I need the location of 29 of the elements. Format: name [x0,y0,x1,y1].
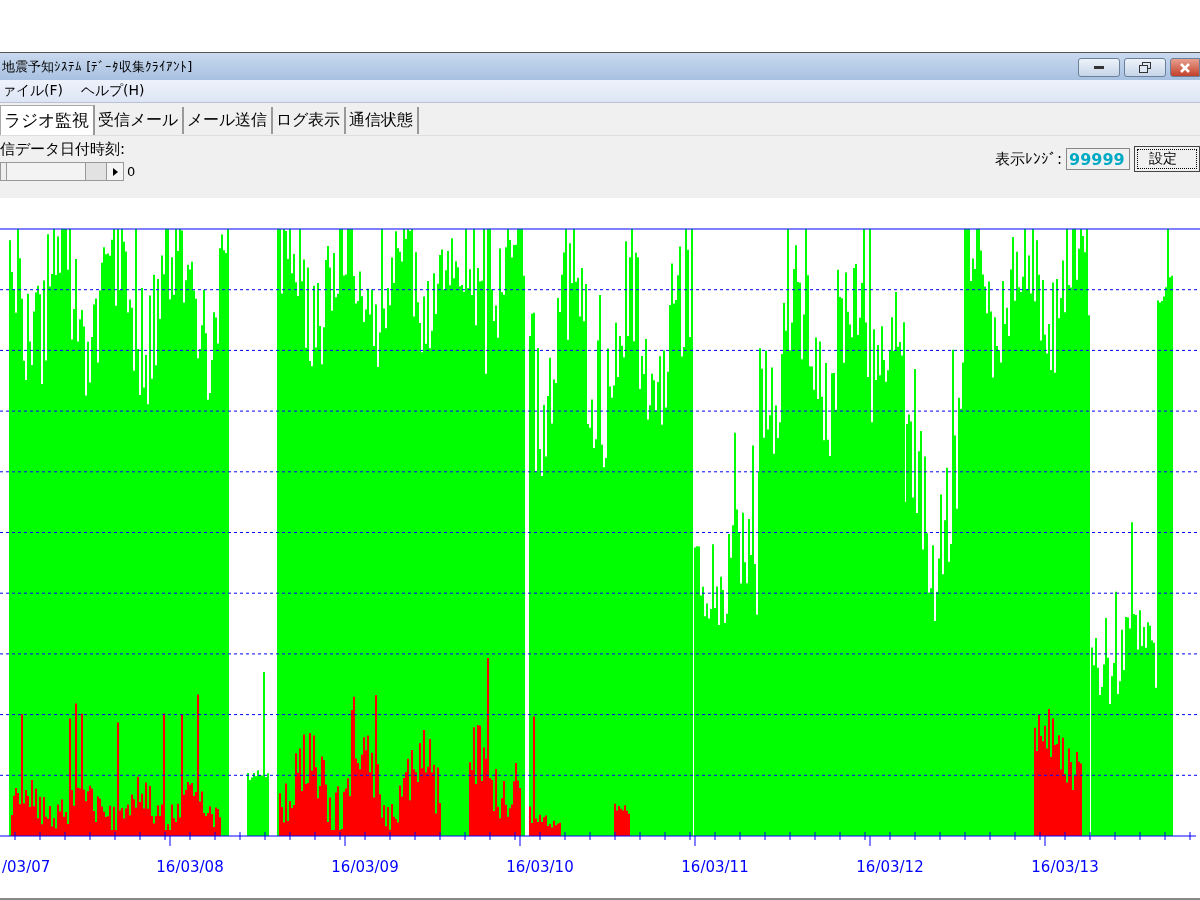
axis-label: 16/03/08 [156,858,224,876]
restore-icon [1139,62,1151,73]
axis-label: 16/03/09 [331,858,399,876]
scroll-right-button[interactable] [106,163,123,180]
tab[interactable]: 通信状態 [346,107,419,134]
menu-item[interactable]: ァイル(F) [0,82,65,100]
scroll-value: 0 [127,164,136,179]
minimize-button[interactable] [1078,58,1120,77]
tab[interactable]: メール送信 [184,107,273,134]
window-title: 地震予知ｼｽﾃﾑ [ﾃﾞｰﾀ収集ｸﾗｲｱﾝﾄ] [1,57,193,76]
menu-item[interactable]: ヘルプ(H) [79,82,147,100]
axis-label: 16/03/13 [1031,858,1099,876]
minimize-icon [1094,65,1104,70]
scroll-thumb[interactable] [85,163,106,180]
date-label: 信データ日付時刻: [0,140,127,159]
right-arrow-icon [112,167,118,176]
restore-button[interactable] [1124,58,1166,77]
scrollbar[interactable] [0,162,124,181]
tab[interactable]: 受信メール [95,107,184,134]
close-button[interactable] [1170,58,1200,77]
axis-label: /03/07 [2,858,51,876]
range-label: 表示ﾚﾝｼﾞ: [994,149,1062,169]
set-button[interactable]: 設定 [1134,146,1200,172]
axis-label: 16/03/10 [506,858,574,876]
tab[interactable]: ラジオ監視 [0,105,95,135]
axis-label: 16/03/12 [856,858,924,876]
axis-label: 16/03/11 [681,858,749,876]
tab[interactable]: ログ表示 [273,107,346,134]
close-icon [1180,62,1190,73]
